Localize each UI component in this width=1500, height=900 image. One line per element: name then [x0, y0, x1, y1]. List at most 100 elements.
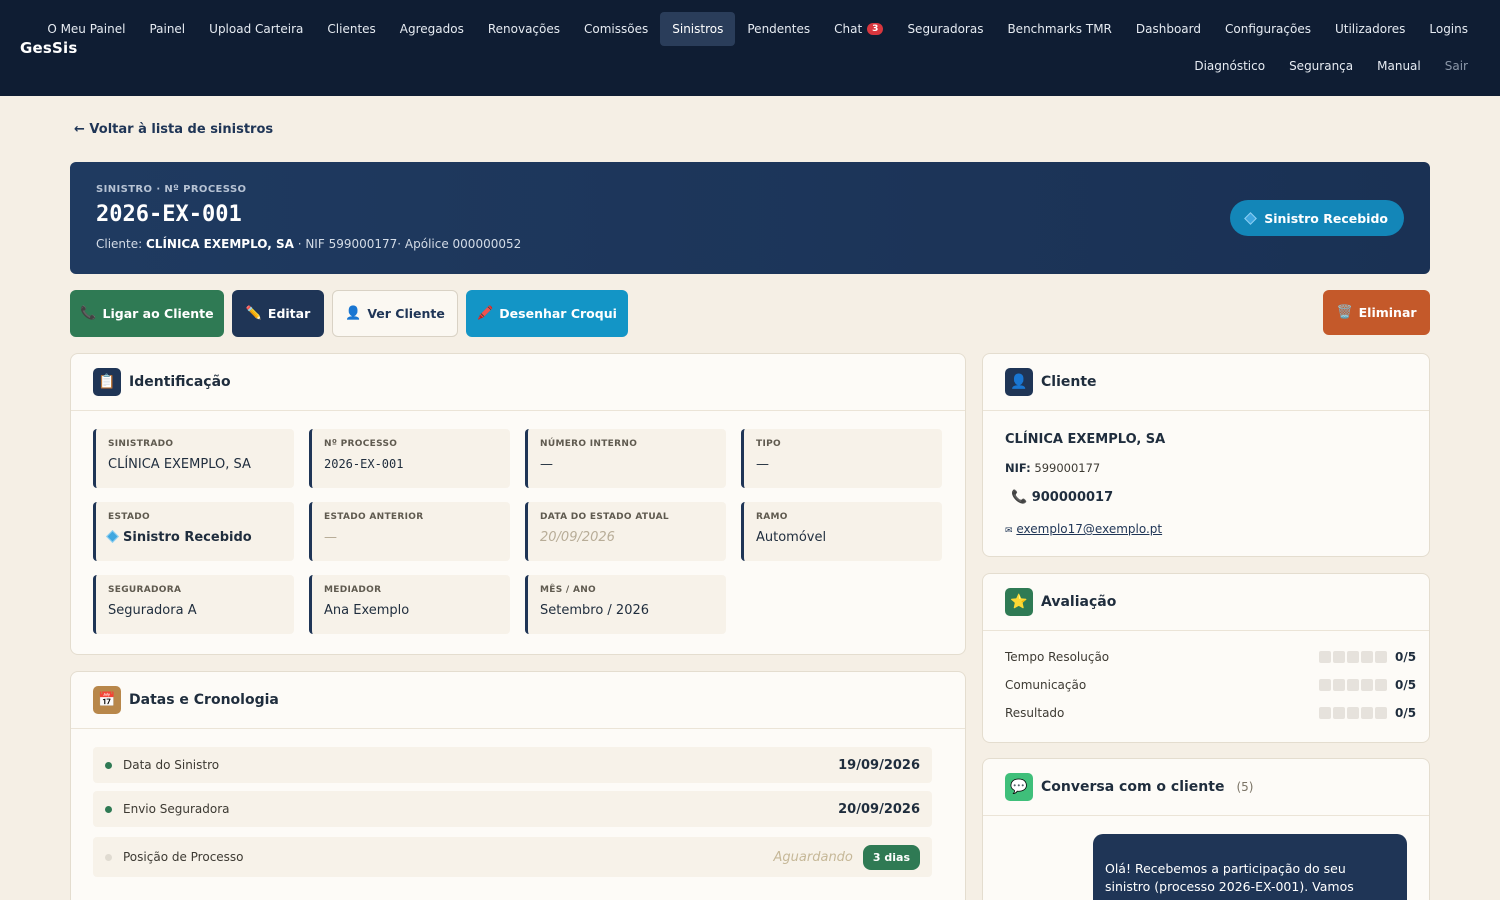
nav-item-painel[interactable]: Painel — [137, 12, 197, 46]
view-client-button[interactable]: 👤 Ver Cliente — [332, 290, 458, 337]
nav-item-comissoes[interactable]: Comissões — [572, 12, 660, 46]
rating-star-icon[interactable] — [1347, 651, 1359, 663]
identification-header: 📋 Identificação — [71, 354, 965, 411]
nav-item-agregados[interactable]: Agregados — [388, 12, 476, 46]
call-client-button[interactable]: 📞 Ligar ao Cliente — [70, 290, 224, 337]
nav-item-label: Agregados — [399, 22, 464, 36]
nav-item-sair[interactable]: Sair — [1433, 52, 1480, 80]
status-badge: Sinistro Recebido — [1230, 200, 1404, 236]
nav-item-upload-carteira[interactable]: Upload Carteira — [197, 12, 315, 46]
identification-field: SEGURADORA Seguradora A — [93, 575, 294, 634]
nav-row-primary: O Meu Painel Painel Upload Carteira Cliente… — [35, 12, 1480, 46]
field-value: — — [540, 457, 714, 472]
envelope-icon: ✉ — [1005, 526, 1013, 536]
nav-item-seguranca[interactable]: Segurança — [1277, 52, 1365, 80]
top-navbar: GesSis O Meu Painel Painel Upload Carteira… — [0, 0, 1500, 96]
field-value: Seguradora A — [108, 603, 282, 618]
claim-kicker: SINISTRO · Nº PROCESSO — [96, 184, 247, 195]
client-panel: 👤 Cliente CLÍNICA EXEMPLO, SA NIF: 59900… — [982, 353, 1430, 557]
rating-star-icon[interactable] — [1361, 707, 1373, 719]
phone-icon: 📞 — [1011, 490, 1028, 505]
rating-star-icon[interactable] — [1375, 679, 1387, 691]
field-value: CLÍNICA EXEMPLO, SA — [108, 457, 282, 472]
rating-star-icon[interactable] — [1319, 707, 1331, 719]
nav-item-logins[interactable]: Logins — [1417, 12, 1480, 46]
evaluation-panel: ⭐ Avaliação Tempo Resolução 0/5 Comunicaçã… — [982, 573, 1430, 743]
chat-header: 💬 Conversa com o cliente (5) — [983, 759, 1429, 816]
edit-button[interactable]: ✏️ Editar — [232, 290, 324, 337]
field-value-text: — — [324, 530, 337, 545]
nav-item-label: Painel — [149, 22, 186, 36]
nav-item-clientes[interactable]: Clientes — [315, 12, 387, 46]
rating-star-icon[interactable] — [1347, 679, 1359, 691]
nav-item-sinistros[interactable]: Sinistros — [660, 12, 736, 46]
rating-star-icon[interactable] — [1319, 651, 1331, 663]
identification-field: DATA DO ESTADO ATUAL 20/09/2026 — [525, 502, 726, 561]
rating-stars[interactable] — [1319, 707, 1387, 719]
nav-item-utilizadores[interactable]: Utilizadores — [1323, 12, 1417, 46]
person-icon: 👤 — [1005, 368, 1033, 396]
claim-header: SINISTRO · Nº PROCESSO 2026-EX-001 Clien… — [70, 162, 1430, 274]
draw-sketch-label: Desenhar Croqui — [499, 306, 617, 321]
field-value: — — [324, 530, 498, 545]
nav-item-diagnostico[interactable]: Diagnóstico — [1182, 52, 1277, 80]
nav-item-chat[interactable]: Chat 3 — [822, 12, 895, 46]
nav-item-manual[interactable]: Manual — [1365, 52, 1433, 80]
rating-star-icon[interactable] — [1319, 679, 1331, 691]
field-label: MÊS / ANO — [540, 585, 596, 595]
field-label: Nº PROCESSO — [324, 439, 398, 449]
nav-item-o-meu-painel[interactable]: O Meu Painel — [35, 12, 137, 46]
timeline-label: Data do Sinistro — [123, 758, 220, 772]
rating-star-icon[interactable] — [1361, 651, 1373, 663]
identification-field: ESTADO ANTERIOR — — [309, 502, 510, 561]
nav-item-label: Clientes — [327, 22, 376, 36]
rating-star-icon[interactable] — [1361, 679, 1373, 691]
timeline-row: Envio Seguradora 20/09/2026 — [93, 791, 932, 827]
rating-star-icon[interactable] — [1375, 707, 1387, 719]
nav-item-label: Comissões — [584, 22, 649, 36]
status-badge-label: Sinistro Recebido — [1264, 210, 1388, 226]
rating-star-icon[interactable] — [1333, 679, 1345, 691]
dates-title: Datas e Cronologia — [129, 692, 279, 708]
back-to-list-link[interactable]: ← Voltar à lista de sinistros — [74, 122, 273, 137]
nav-item-renovacoes[interactable]: Renovações — [476, 12, 572, 46]
nav-item-label: Pendentes — [747, 22, 811, 36]
nav-item-benchmarks-tmr[interactable]: Benchmarks TMR — [995, 12, 1123, 46]
nav-item-configuracoes[interactable]: Configurações — [1213, 12, 1323, 46]
field-value-text: CLÍNICA EXEMPLO, SA — [108, 457, 251, 472]
rating-row: Comunicação 0/5 — [1005, 678, 1417, 692]
nav-item-pendentes[interactable]: Pendentes — [735, 12, 822, 46]
days-badge: 3 dias — [862, 844, 920, 870]
client-name: CLÍNICA EXEMPLO, SA — [1005, 432, 1166, 447]
rating-score: 0/5 — [1395, 706, 1417, 720]
field-value: Automóvel — [756, 530, 930, 545]
rating-stars[interactable] — [1319, 651, 1387, 663]
identification-field: Nº PROCESSO 2026-EX-001 — [309, 429, 510, 488]
nav-item-seguradoras[interactable]: Seguradoras — [895, 12, 995, 46]
nav-item-label: Seguradoras — [907, 22, 984, 36]
field-value: 20/09/2026 — [540, 530, 714, 545]
field-label: TIPO — [756, 439, 781, 449]
identification-field: SINISTRADO CLÍNICA EXEMPLO, SA — [93, 429, 294, 488]
timeline-label: Posição de Processo — [123, 850, 244, 864]
draw-sketch-button[interactable]: 🖍️ Desenhar Croqui — [466, 290, 628, 337]
rating-star-icon[interactable] — [1333, 651, 1345, 663]
client-name: CLÍNICA EXEMPLO, SA — [145, 237, 294, 251]
rating-star-icon[interactable] — [1375, 651, 1387, 663]
rating-stars[interactable] — [1319, 679, 1387, 691]
identification-field: MÊS / ANO Setembro / 2026 — [525, 575, 726, 634]
identification-title: Identificação — [129, 374, 231, 390]
nif-label: NIF: — [1005, 461, 1031, 475]
rating-star-icon[interactable] — [1347, 707, 1359, 719]
field-value-text: — — [756, 457, 769, 472]
rating-row: Tempo Resolução 0/5 — [1005, 650, 1417, 664]
rating-star-icon[interactable] — [1333, 707, 1345, 719]
status-dot — [105, 761, 112, 769]
client-email-link[interactable]: exemplo17@exemplo.pt — [1016, 522, 1162, 536]
dates-header: 📅 Datas e Cronologia — [71, 672, 965, 729]
nav-item-dashboard[interactable]: Dashboard — [1124, 12, 1213, 46]
field-label: MEDIADOR — [324, 585, 382, 595]
field-label: SINISTRADO — [108, 439, 174, 449]
delete-button[interactable]: 🗑️ Eliminar — [1323, 290, 1430, 335]
client-phone[interactable]: 📞 900000017 — [1011, 490, 1113, 505]
